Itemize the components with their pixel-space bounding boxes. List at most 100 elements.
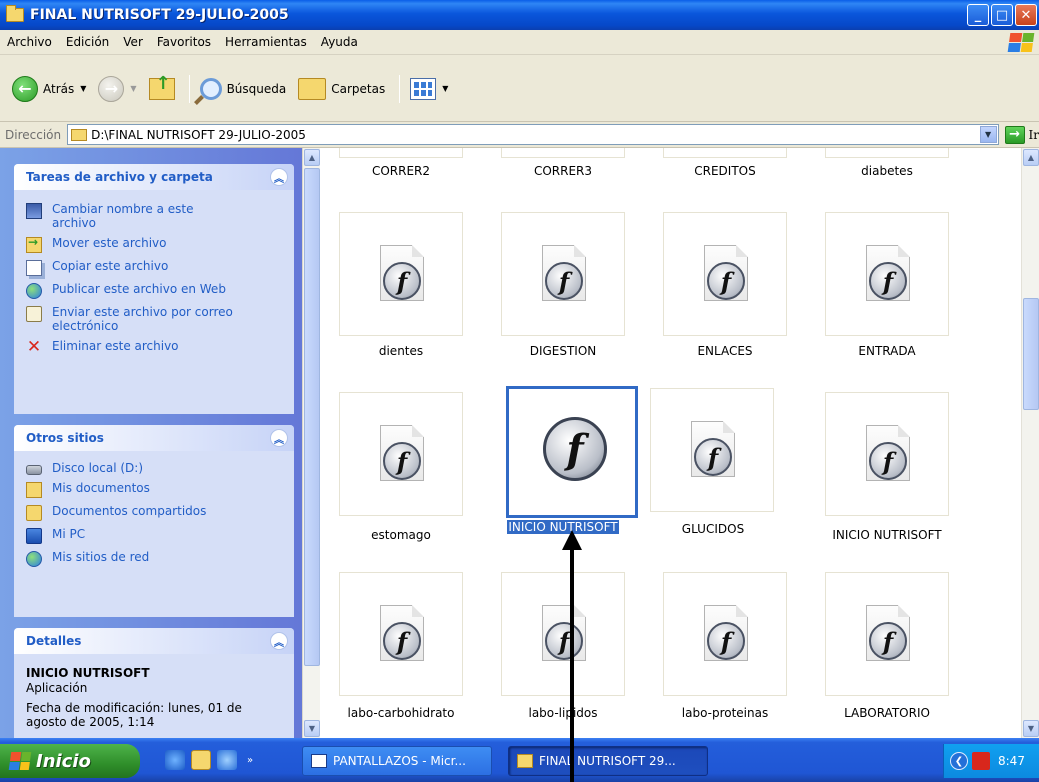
task-publish[interactable]: Publicar este archivo en Web bbox=[26, 282, 282, 299]
computer-icon bbox=[26, 528, 42, 544]
views-dropdown-icon[interactable]: ▼ bbox=[442, 84, 448, 93]
browser-icon[interactable] bbox=[217, 750, 237, 770]
internet-explorer-icon[interactable] bbox=[165, 750, 185, 770]
forward-arrow-icon: → bbox=[98, 75, 125, 102]
collapse-chevron-icon[interactable]: ︽ bbox=[270, 168, 288, 186]
scroll-down-icon[interactable]: ▼ bbox=[304, 720, 320, 737]
toolbar-separator bbox=[188, 74, 190, 103]
file-label[interactable]: CORRER3 bbox=[482, 164, 644, 178]
file-label[interactable]: CORRER2 bbox=[320, 164, 482, 178]
place-my-documents[interactable]: Mis documentos bbox=[26, 481, 282, 498]
task-email[interactable]: Enviar este archivo por correo electróni… bbox=[26, 305, 282, 333]
address-dropdown-icon[interactable]: ▼ bbox=[979, 126, 997, 143]
file-label: labo-lipidos bbox=[528, 706, 598, 720]
menu-archivo[interactable]: Archivo bbox=[0, 35, 59, 49]
place-local-disk[interactable]: Disco local (D:) bbox=[26, 461, 282, 475]
file-label: DIGESTION bbox=[529, 344, 597, 358]
close-button[interactable]: ✕ bbox=[1015, 4, 1037, 26]
task-move[interactable]: Mover este archivo bbox=[26, 235, 282, 253]
other-places-header[interactable]: Otros sitios ︽ bbox=[14, 425, 294, 451]
flash-icon: f bbox=[545, 262, 583, 300]
task-delete[interactable]: ✕ Eliminar este archivo bbox=[26, 339, 282, 356]
place-shared-documents[interactable]: Documentos compartidos bbox=[26, 504, 282, 521]
search-label: Búsqueda bbox=[226, 81, 287, 96]
back-button[interactable]: ← Atrás ▼ bbox=[8, 72, 90, 106]
documents-folder-icon bbox=[26, 482, 42, 498]
up-folder-icon bbox=[148, 73, 175, 100]
collapse-chevron-icon[interactable]: ︽ bbox=[270, 429, 288, 447]
menu-ayuda[interactable]: Ayuda bbox=[314, 35, 365, 49]
scroll-up-icon[interactable]: ▲ bbox=[1023, 149, 1039, 166]
start-button[interactable]: Inicio bbox=[0, 744, 140, 778]
menu-herramientas[interactable]: Herramientas bbox=[218, 35, 314, 49]
go-arrow-icon: → bbox=[1004, 125, 1025, 144]
document-icon: f bbox=[866, 245, 910, 301]
back-dropdown-icon[interactable]: ▼ bbox=[80, 84, 86, 93]
file-label[interactable]: CREDITOS bbox=[644, 164, 806, 178]
views-icon bbox=[410, 77, 437, 100]
flash-icon: f bbox=[869, 262, 907, 300]
thumbnail-frame: f bbox=[339, 392, 463, 516]
search-button[interactable]: Búsqueda bbox=[196, 72, 291, 106]
go-button[interactable]: → Ir bbox=[1004, 125, 1039, 144]
forward-button[interactable]: → ▼ bbox=[94, 72, 140, 106]
document-icon: f bbox=[866, 425, 910, 481]
scroll-up-icon[interactable]: ▲ bbox=[304, 149, 320, 166]
views-button[interactable]: ▼ bbox=[406, 72, 452, 106]
explorer-folder-icon[interactable] bbox=[191, 750, 211, 770]
taskbar-button-word[interactable]: PANTALLAZOS - Micr... bbox=[302, 746, 492, 776]
scroll-down-icon[interactable]: ▼ bbox=[1023, 720, 1039, 737]
flash-app-icon: f bbox=[543, 417, 607, 481]
title-bar[interactable]: FINAL NUTRISOFT 29-JULIO-2005 _ □ ✕ bbox=[0, 0, 1039, 30]
windows-logo-icon bbox=[8, 752, 32, 770]
document-icon: f bbox=[691, 421, 735, 477]
taskbar: Inicio » PANTALLAZOS - Micr... FINAL NUT… bbox=[0, 738, 1039, 782]
antivirus-icon[interactable] bbox=[972, 752, 990, 770]
minimize-button[interactable]: _ bbox=[967, 4, 989, 26]
menu-ver[interactable]: Ver bbox=[116, 35, 150, 49]
place-label: Mis sitios de red bbox=[52, 550, 150, 564]
place-my-computer[interactable]: Mi PC bbox=[26, 527, 282, 544]
task-copy[interactable]: Copiar este archivo bbox=[26, 259, 282, 276]
details-header[interactable]: Detalles ︽ bbox=[14, 628, 294, 654]
file-view-scrollbar[interactable]: ▲ ▼ bbox=[1021, 148, 1039, 738]
thumbnail-frame: f bbox=[506, 386, 638, 518]
place-label: Mis documentos bbox=[52, 481, 150, 495]
scroll-thumb[interactable] bbox=[1023, 298, 1039, 410]
file-label: GLUCIDOS bbox=[681, 522, 745, 536]
thumbnail-frame: f bbox=[339, 212, 463, 336]
flash-icon: f bbox=[383, 622, 421, 660]
quick-launch-more-icon[interactable]: » bbox=[247, 755, 253, 766]
menu-edicion[interactable]: Edición bbox=[59, 35, 116, 49]
file-label: ENLACES bbox=[697, 344, 753, 358]
place-label: Mi PC bbox=[52, 527, 86, 541]
tray-expand-icon[interactable]: ❮ bbox=[950, 752, 968, 770]
task-pane-scrollbar[interactable]: ▲ ▼ bbox=[302, 148, 320, 738]
word-document-icon bbox=[311, 754, 327, 768]
file-tasks-header[interactable]: Tareas de archivo y carpeta ︽ bbox=[14, 164, 294, 190]
task-label: Mover este archivo bbox=[52, 236, 167, 250]
address-input[interactable]: D:\FINAL NUTRISOFT 29-JULIO-2005 ▼ bbox=[67, 124, 999, 145]
file-label: LABORATORIO bbox=[844, 706, 930, 720]
folders-button[interactable]: Carpetas bbox=[294, 72, 389, 106]
file-label[interactable]: diabetes bbox=[806, 164, 968, 178]
address-bar: Dirección D:\FINAL NUTRISOFT 29-JULIO-20… bbox=[0, 122, 1039, 148]
collapse-chevron-icon[interactable]: ︽ bbox=[270, 632, 288, 650]
up-folder-button[interactable] bbox=[145, 72, 179, 106]
document-icon: f bbox=[866, 605, 910, 661]
flash-icon: f bbox=[694, 438, 732, 476]
scroll-thumb[interactable] bbox=[304, 168, 320, 666]
thumbnail-frame bbox=[339, 148, 463, 158]
maximize-button[interactable]: □ bbox=[991, 4, 1013, 26]
file-label: dientes bbox=[378, 344, 424, 358]
taskbar-button-explorer[interactable]: FINAL NUTRISOFT 29... bbox=[508, 746, 708, 776]
web-globe-icon bbox=[26, 283, 42, 299]
menu-favoritos[interactable]: Favoritos bbox=[150, 35, 218, 49]
flash-icon: f bbox=[869, 622, 907, 660]
place-network[interactable]: Mis sitios de red bbox=[26, 550, 282, 567]
thumbnail-frame: f bbox=[501, 572, 625, 696]
task-rename[interactable]: Cambiar nombre a este archivo bbox=[26, 202, 282, 230]
thumbnail-frame: f bbox=[663, 572, 787, 696]
network-places-icon bbox=[26, 551, 42, 567]
forward-dropdown-icon[interactable]: ▼ bbox=[130, 84, 136, 93]
